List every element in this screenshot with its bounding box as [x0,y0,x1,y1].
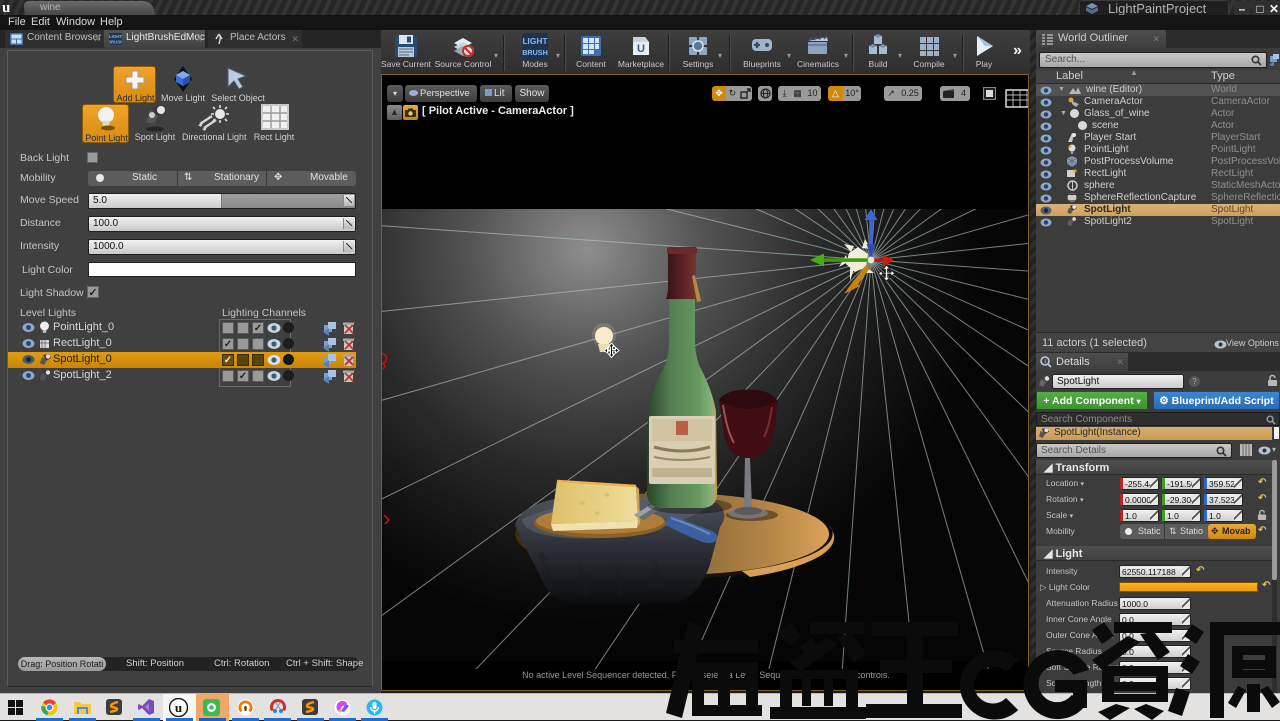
svg-text:U: U [637,43,645,55]
svg-text:BRUSH: BRUSH [109,39,122,44]
svg-text:u: u [175,700,182,715]
svg-text:BRUSH: BRUSH [522,48,548,57]
svg-text:LIGHT: LIGHT [522,36,548,46]
svg-text:LIGHT: LIGHT [109,34,122,39]
svg-text:i: i [1045,359,1046,365]
